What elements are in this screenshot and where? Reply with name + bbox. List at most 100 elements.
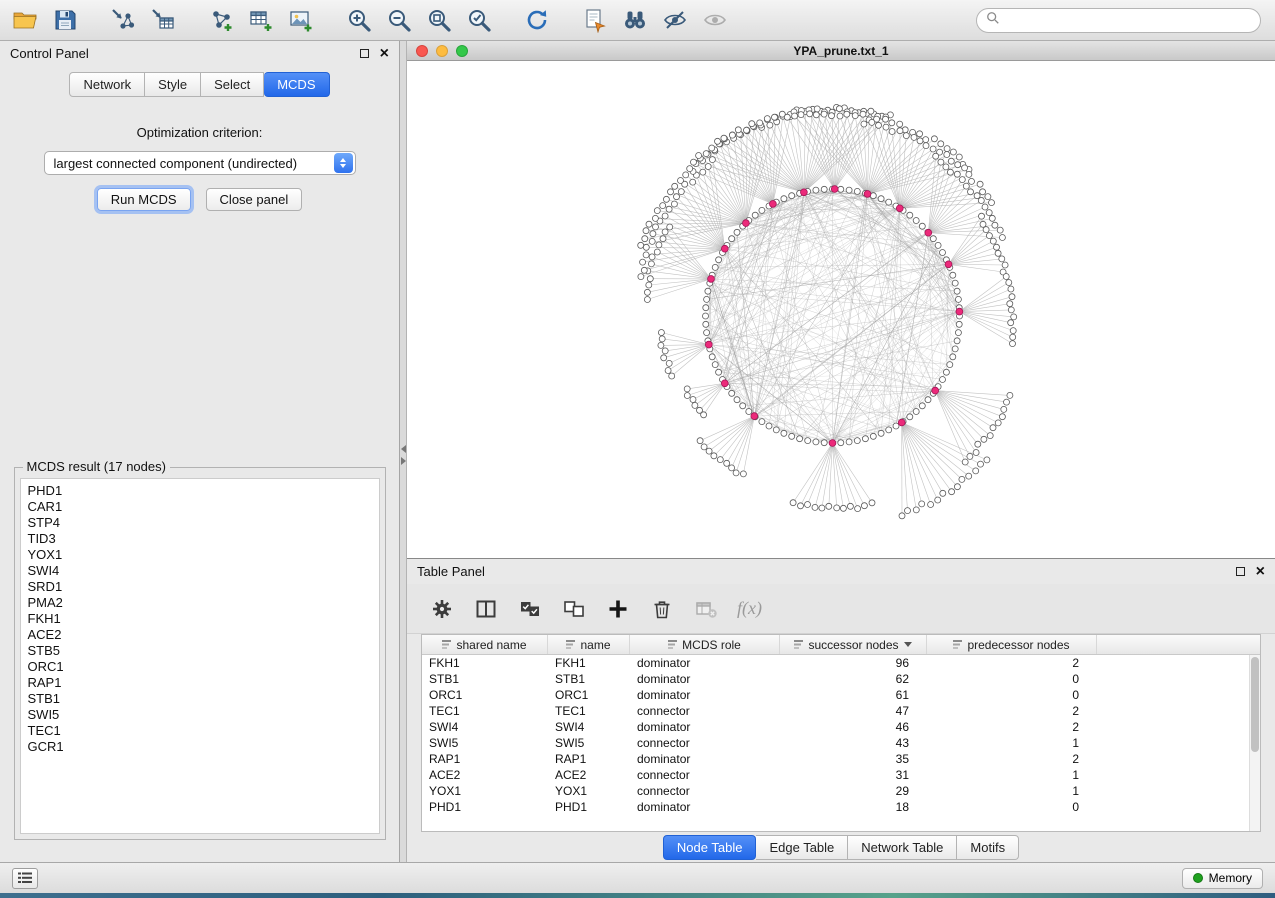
network-window-titlebar[interactable]: YPA_prune.txt_1 [407, 41, 1275, 61]
toolbar-group [580, 5, 732, 35]
export-image-icon[interactable] [286, 5, 318, 35]
mcds-result-item[interactable]: ORC1 [28, 659, 379, 675]
maximize-window-icon[interactable] [456, 45, 468, 57]
mcds-result-item[interactable]: PHD1 [28, 483, 379, 499]
table-row[interactable]: PHD1PHD1dominator180 [422, 799, 1260, 815]
table-row[interactable]: TEC1TEC1connector472 [422, 703, 1260, 719]
search-input[interactable] [1006, 14, 1251, 28]
run-mcds-button[interactable]: Run MCDS [97, 188, 191, 211]
mcds-result-item[interactable]: SRD1 [28, 579, 379, 595]
zoom-in-icon[interactable] [344, 5, 376, 35]
cell: 1 [927, 736, 1097, 750]
mcds-result-item[interactable]: YOX1 [28, 547, 379, 563]
new-table-icon[interactable] [246, 5, 278, 35]
zoom-selected-icon[interactable] [464, 5, 496, 35]
mcds-result-item[interactable]: SWI5 [28, 707, 379, 723]
table-panel-header: Table Panel × [407, 559, 1275, 584]
table-row[interactable]: RAP1RAP1dominator352 [422, 751, 1260, 767]
scrollbar-thumb[interactable] [1251, 657, 1259, 752]
new-network-icon[interactable] [206, 5, 238, 35]
tab-style[interactable]: Style [145, 72, 201, 97]
refresh-view-icon[interactable] [522, 5, 554, 35]
mcds-result-item[interactable]: TEC1 [28, 723, 379, 739]
table-tab-motifs[interactable]: Motifs [957, 835, 1019, 860]
mcds-result-item[interactable]: STB5 [28, 643, 379, 659]
memory-button[interactable]: Memory [1182, 868, 1263, 889]
panel-splitter[interactable] [400, 41, 407, 862]
search-field[interactable] [976, 8, 1261, 33]
cell: ORC1 [422, 688, 548, 702]
split-view-icon[interactable] [473, 595, 500, 622]
search-network-icon[interactable] [620, 5, 652, 35]
cell: PHD1 [548, 800, 630, 814]
table-row[interactable]: ORC1ORC1dominator610 [422, 687, 1260, 703]
close-panel-icon[interactable]: × [380, 49, 389, 59]
tab-select[interactable]: Select [201, 72, 264, 97]
column-header-predecessor-nodes[interactable]: predecessor nodes [927, 635, 1097, 654]
mcds-result-item[interactable]: RAP1 [28, 675, 379, 691]
mcds-result-item[interactable]: GCR1 [28, 739, 379, 755]
table-panel-title: Table Panel [417, 564, 485, 579]
column-type-icon [794, 640, 803, 649]
mcds-result-item[interactable]: ACE2 [28, 627, 379, 643]
level-of-detail-icon[interactable] [660, 5, 692, 35]
mcds-result-item[interactable]: FKH1 [28, 611, 379, 627]
cell: STB1 [548, 672, 630, 686]
table-row[interactable]: SWI4SWI4dominator462 [422, 719, 1260, 735]
column-header-name[interactable]: name [548, 635, 630, 654]
save-session-icon[interactable] [50, 5, 82, 35]
birds-eye-icon [700, 5, 732, 35]
mcds-result-item[interactable]: STP4 [28, 515, 379, 531]
import-network-icon[interactable] [108, 5, 140, 35]
table-tab-node-table[interactable]: Node Table [663, 835, 757, 860]
copy-network-icon[interactable] [580, 5, 612, 35]
close-window-icon[interactable] [416, 45, 428, 57]
float-table-panel-icon[interactable] [1236, 567, 1245, 576]
mcds-result-item[interactable]: TID3 [28, 531, 379, 547]
delete-rows-icon[interactable] [649, 595, 676, 622]
mcds-result-list[interactable]: PHD1CAR1STP4TID3YOX1SWI4SRD1PMA2FKH1ACE2… [20, 478, 380, 834]
table-tab-edge-table[interactable]: Edge Table [756, 835, 848, 860]
table-row[interactable]: STB1STB1dominator620 [422, 671, 1260, 687]
toolbar-group [206, 5, 318, 35]
network-canvas[interactable] [407, 61, 1275, 558]
splitter-expand-icon[interactable] [401, 457, 406, 465]
tab-mcds[interactable]: MCDS [264, 72, 329, 97]
status-menu-icon[interactable] [12, 868, 38, 889]
table-row[interactable]: SWI5SWI5connector431 [422, 735, 1260, 751]
cell: 0 [927, 800, 1097, 814]
zoom-out-icon[interactable] [384, 5, 416, 35]
minimize-window-icon[interactable] [436, 45, 448, 57]
function-builder-icon: f(x) [737, 598, 762, 619]
mcds-result-item[interactable]: PMA2 [28, 595, 379, 611]
float-window-icon[interactable] [360, 49, 369, 58]
close-panel-button[interactable]: Close panel [206, 188, 303, 211]
mcds-result-item[interactable]: CAR1 [28, 499, 379, 515]
splitter-collapse-icon[interactable] [401, 445, 406, 453]
table-row[interactable]: YOX1YOX1connector291 [422, 783, 1260, 799]
mcds-result-item[interactable]: STB1 [28, 691, 379, 707]
search-icon [986, 11, 1000, 30]
column-settings-icon[interactable] [429, 595, 456, 622]
deselect-all-icon[interactable] [561, 595, 588, 622]
open-file-icon[interactable] [10, 5, 42, 35]
mcds-result-item[interactable]: SWI4 [28, 563, 379, 579]
column-header-mcds-role[interactable]: MCDS role [630, 635, 780, 654]
optimization-select[interactable]: largest connected component (undirected) [44, 151, 356, 175]
add-row-icon[interactable] [605, 595, 632, 622]
column-header-successor-nodes[interactable]: successor nodes [780, 635, 927, 654]
table-row[interactable]: FKH1FKH1dominator962 [422, 655, 1260, 671]
import-table-icon[interactable] [148, 5, 180, 35]
select-all-icon[interactable] [517, 595, 544, 622]
column-header-shared-name[interactable]: shared name [422, 635, 548, 654]
tab-network[interactable]: Network [69, 72, 145, 97]
cell: dominator [630, 688, 780, 702]
mcds-result-group: MCDS result (17 nodes) PHD1CAR1STP4TID3Y… [14, 467, 386, 840]
table-row[interactable]: ACE2ACE2connector311 [422, 767, 1260, 783]
table-tab-network-table[interactable]: Network Table [848, 835, 957, 860]
column-type-icon [442, 640, 451, 649]
table-scrollbar[interactable] [1249, 655, 1260, 831]
zoom-fit-icon[interactable] [424, 5, 456, 35]
cell: dominator [630, 800, 780, 814]
close-table-panel-icon[interactable]: × [1256, 567, 1265, 577]
